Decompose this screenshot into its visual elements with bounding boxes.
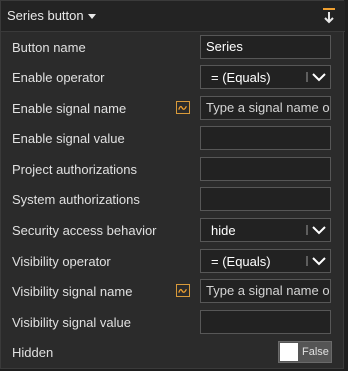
visibility-operator-select[interactable]: = (Equals) (200, 249, 331, 273)
properties-panel: Series button Button name Series Enable … (0, 0, 345, 369)
security-access-behavior-value: hide (211, 223, 236, 238)
caret-down-icon[interactable] (88, 14, 96, 19)
enable-operator-label: Enable operator (12, 70, 105, 85)
security-access-behavior-select[interactable]: hide (200, 218, 331, 242)
panel-title[interactable]: Series button (7, 8, 84, 23)
chevron-down-icon (306, 225, 326, 235)
visibility-operator-value: = (Equals) (211, 254, 271, 269)
button-name-input[interactable]: Series (200, 35, 331, 59)
row-security-access-behavior: Security access behavior hide (1, 215, 345, 245)
signal-wave-icon[interactable] (176, 284, 190, 297)
system-authorizations-label: System authorizations (12, 192, 140, 207)
enable-signal-value-input[interactable] (200, 126, 331, 150)
hidden-toggle-value: False (302, 346, 329, 358)
visibility-signal-name-label: Visibility signal name (12, 284, 133, 299)
signal-wave-icon[interactable] (176, 101, 190, 114)
security-access-behavior-label: Security access behavior (12, 223, 157, 238)
row-hidden: Hidden False (1, 337, 345, 367)
row-project-authorizations: Project authorizations (1, 154, 345, 184)
visibility-operator-label: Visibility operator (12, 254, 111, 269)
visibility-signal-name-input[interactable]: Type a signal name o (200, 279, 331, 303)
row-button-name: Button name Series (1, 32, 345, 62)
row-visibility-signal-name: Visibility signal name Type a signal nam… (1, 276, 345, 306)
row-system-authorizations: System authorizations (1, 184, 345, 214)
hidden-label: Hidden (12, 345, 54, 360)
toggle-knob (280, 343, 298, 361)
chevron-down-icon (306, 256, 326, 266)
row-visibility-operator: Visibility operator = (Equals) (1, 246, 345, 276)
enable-signal-name-input[interactable]: Type a signal name o (200, 96, 331, 120)
visibility-signal-value-input[interactable] (200, 310, 331, 334)
hidden-toggle[interactable]: False (278, 341, 332, 363)
enable-operator-select[interactable]: = (Equals) (200, 65, 331, 89)
button-name-label: Button name (12, 40, 86, 55)
panel-header[interactable]: Series button (1, 1, 345, 32)
project-authorizations-input[interactable] (200, 157, 331, 181)
chevron-down-icon (306, 72, 326, 82)
row-visibility-signal-value: Visibility signal value (1, 307, 345, 337)
system-authorizations-input[interactable] (200, 187, 331, 211)
enable-signal-value-label: Enable signal value (12, 131, 125, 146)
row-enable-signal-value: Enable signal value (1, 123, 345, 153)
visibility-signal-value-label: Visibility signal value (12, 315, 131, 330)
project-authorizations-label: Project authorizations (12, 162, 138, 177)
row-enable-signal-name: Enable signal name Type a signal name o (1, 93, 345, 123)
enable-signal-name-label: Enable signal name (12, 101, 127, 116)
row-enable-operator: Enable operator = (Equals) (1, 62, 345, 92)
enable-operator-value: = (Equals) (211, 70, 271, 85)
pin-down-icon[interactable] (321, 7, 337, 25)
